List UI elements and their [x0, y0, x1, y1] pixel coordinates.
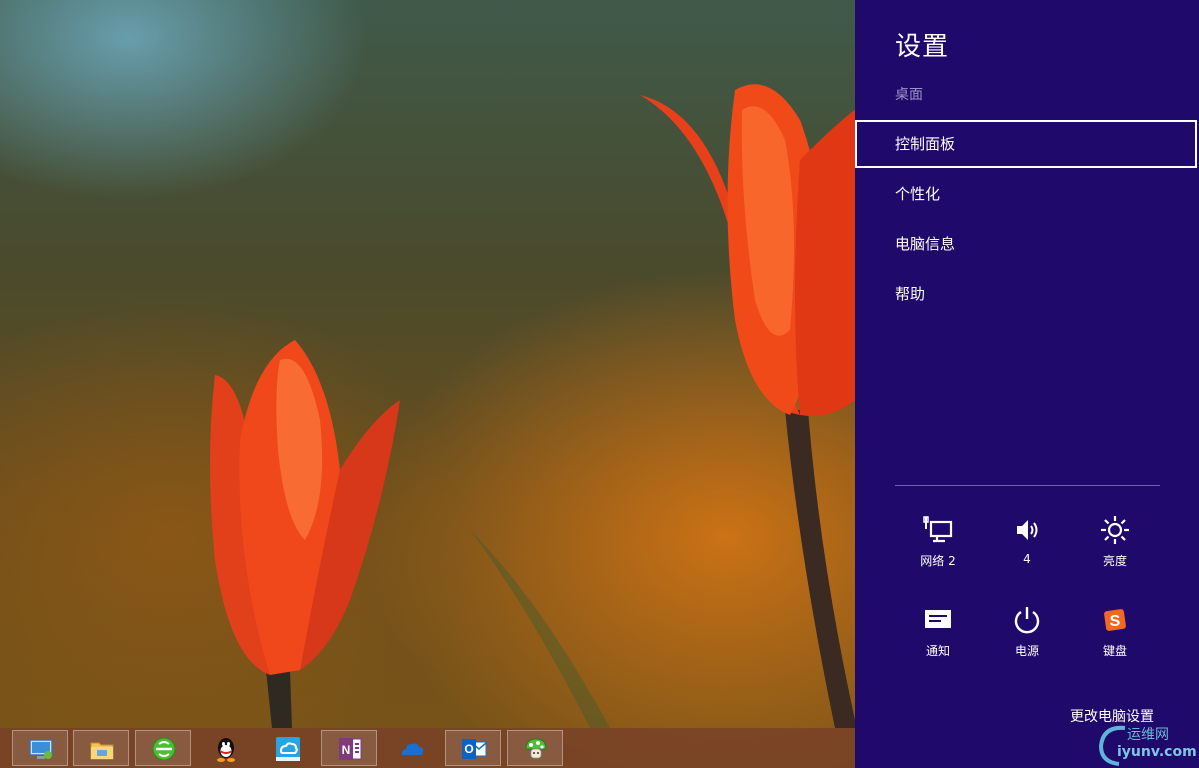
- power-icon: [1014, 607, 1040, 634]
- svg-text:O: O: [464, 742, 473, 756]
- taskbar-onedrive[interactable]: [383, 730, 439, 766]
- menu-item-label: 控制面板: [895, 135, 956, 153]
- taskbar: N O: [0, 728, 855, 768]
- menu-item-label: 电脑信息: [895, 235, 956, 253]
- taskbar-cloud-sync[interactable]: [259, 730, 315, 766]
- svg-text:N: N: [342, 743, 351, 757]
- taskbar-browser[interactable]: [135, 730, 191, 766]
- quick-brightness-button[interactable]: 亮度: [1075, 514, 1155, 578]
- charm-context-label: 桌面: [895, 87, 923, 103]
- remote-desktop-icon: [29, 739, 53, 759]
- onenote-icon: N: [339, 738, 362, 760]
- onedrive-icon: [401, 743, 424, 755]
- file-explorer-icon: [90, 742, 114, 760]
- browser-icon: [152, 737, 176, 761]
- quick-network-button[interactable]: 网络 2: [898, 514, 978, 578]
- qq-icon: [217, 738, 235, 762]
- taskbar-file-explorer[interactable]: [73, 730, 129, 766]
- notification-icon: [925, 610, 951, 628]
- menu-item-help[interactable]: 帮助: [855, 270, 1197, 318]
- quick-volume-button[interactable]: 4: [987, 514, 1067, 578]
- menu-item-label: 帮助: [895, 285, 926, 303]
- mushroom-app-icon: [525, 738, 547, 759]
- outlook-icon: O: [462, 739, 487, 759]
- menu-item-personalize[interactable]: 个性化: [855, 170, 1197, 218]
- taskbar-outlook[interactable]: O: [445, 730, 501, 766]
- menu-item-pc-info[interactable]: 电脑信息: [855, 220, 1197, 268]
- quick-power-button[interactable]: 电源: [987, 604, 1067, 668]
- svg-text:S: S: [1110, 613, 1121, 630]
- divider: [895, 485, 1160, 486]
- taskbar-onenote[interactable]: N: [321, 730, 377, 766]
- cloud-sync-icon: [276, 737, 300, 761]
- desktop-wallpaper: [0, 0, 855, 768]
- volume-icon: [1017, 520, 1038, 540]
- quick-notification-button[interactable]: 通知: [898, 604, 978, 668]
- menu-item-control-panel[interactable]: 控制面板: [855, 120, 1197, 168]
- menu-item-label: 个性化: [895, 185, 941, 203]
- taskbar-mushroom-app[interactable]: [507, 730, 563, 766]
- settings-charm-panel: 设置 桌面 控制面板 个性化 电脑信息 帮助 网络 2 4 亮度 通知 电源 S…: [855, 0, 1199, 768]
- charm-title: 设置: [895, 32, 950, 62]
- quick-keyboard-button[interactable]: S 键盘: [1075, 604, 1155, 668]
- taskbar-remote-desktop[interactable]: [12, 730, 68, 766]
- keyboard-icon: S: [1104, 609, 1126, 631]
- brightness-icon: [1101, 516, 1129, 544]
- site-watermark: 运维网 iyunv.com: [1095, 722, 1197, 766]
- taskbar-qq[interactable]: [197, 730, 253, 766]
- network-icon: [923, 516, 953, 543]
